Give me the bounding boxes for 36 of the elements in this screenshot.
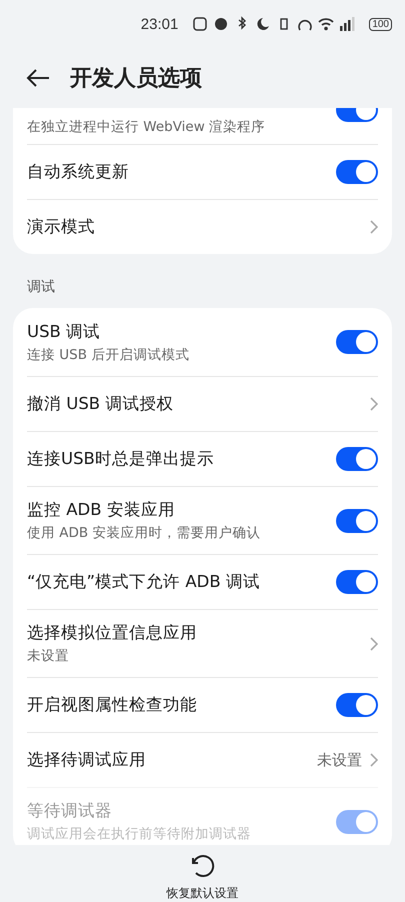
toggle-switch[interactable] xyxy=(336,447,378,471)
toggle-switch[interactable] xyxy=(336,330,378,354)
chevron-icon xyxy=(370,753,378,767)
setting-title[interactable]: USB 调试 xyxy=(27,320,328,342)
reset-icon xyxy=(190,853,216,879)
moon-icon xyxy=(255,16,272,32)
setting-title[interactable]: 开启视图属性检查功能 xyxy=(27,694,328,716)
setting-title[interactable]: 监控 ADB 安装应用 xyxy=(27,499,328,521)
setting-title[interactable]: 选择模拟位置信息应用 xyxy=(27,622,362,644)
row-value: 未设置 xyxy=(317,750,362,770)
setting-subtitle: 在独立进程中运行 WebView 渲染程序 xyxy=(27,118,266,136)
toggle-switch[interactable] xyxy=(336,160,378,184)
page-title: 开发人员选项 xyxy=(70,65,202,93)
reset-defaults-button[interactable]: 恢复默认设置 xyxy=(166,853,238,902)
setting-title[interactable]: 选择待调试应用 xyxy=(27,749,309,771)
wifi-icon xyxy=(318,16,334,32)
setting-title[interactable]: 连接USB时总是弹出提示 xyxy=(27,448,328,470)
setting-subtitle: 连接 USB 后开启调试模式 xyxy=(27,346,190,364)
setting-subtitle: 未设置 xyxy=(27,647,70,665)
setting-title[interactable]: 演示模式 xyxy=(27,216,362,238)
chevron-icon xyxy=(370,636,378,650)
setting-title[interactable]: 撤消 USB 调试授权 xyxy=(27,393,362,415)
battery-level: 100 xyxy=(369,18,392,30)
toggle-switch[interactable] xyxy=(336,508,378,532)
setting-title[interactable]: 自动系统更新 xyxy=(27,161,328,183)
toggle-switch[interactable] xyxy=(336,693,378,717)
toggle-switch[interactable] xyxy=(336,570,378,594)
signal-icon xyxy=(339,16,356,32)
section-label: 调试 xyxy=(26,278,56,297)
setting-title[interactable]: “仅充电”模式下允许 ADB 调试 xyxy=(27,571,328,593)
setting-subtitle: 调试应用会在执行前等待附加调试器 xyxy=(27,825,252,843)
setting-subtitle: 使用 ADB 安装应用时，需要用户确认 xyxy=(27,524,262,542)
chevron-icon xyxy=(370,397,378,411)
back-arrow-icon[interactable] xyxy=(26,68,50,88)
chevron-icon xyxy=(370,220,378,234)
status-time: 23:01 xyxy=(140,16,178,32)
